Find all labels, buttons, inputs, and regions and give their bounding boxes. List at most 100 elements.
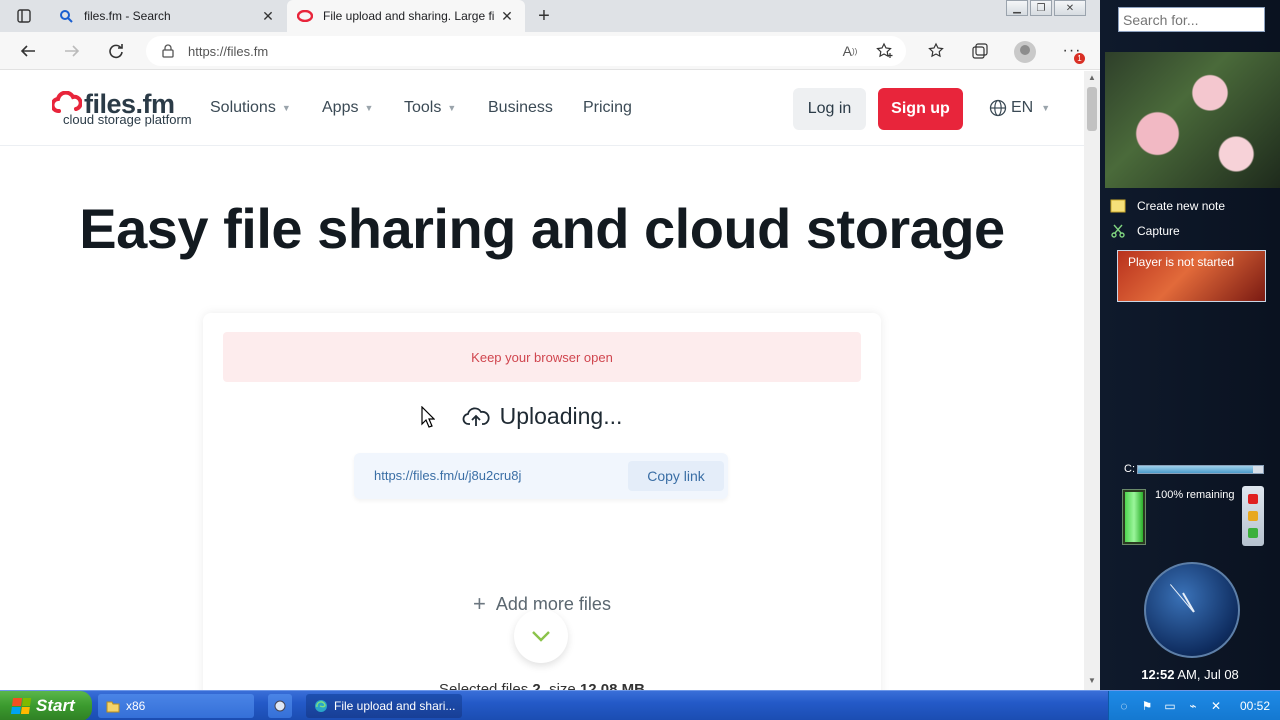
edge-icon (314, 699, 328, 713)
globe-icon (989, 99, 1007, 117)
plus-icon: + (473, 591, 486, 616)
profile-avatar[interactable] (1014, 41, 1036, 63)
upload-card: Keep your browser open Uploading... http… (203, 313, 881, 690)
volume-muted-icon[interactable]: ✕ (1208, 698, 1224, 714)
favorites-icon[interactable] (922, 37, 950, 65)
player-status: Player is not started (1128, 255, 1235, 269)
nav-pricing[interactable]: Pricing (583, 99, 632, 117)
create-note-label: Create new note (1137, 199, 1226, 213)
scroll-up-icon[interactable]: ▲ (1088, 73, 1096, 82)
new-tab-icon[interactable]: + (532, 4, 556, 28)
traffic-light-icon (1242, 486, 1264, 546)
media-player-gadget[interactable]: Player is not started (1117, 250, 1266, 302)
power-icon[interactable]: ⌁ (1185, 698, 1201, 714)
chevron-down-icon: ▼ (447, 103, 457, 113)
note-icon (1110, 198, 1126, 214)
forward-icon[interactable] (58, 37, 86, 65)
browser-open-notice: Keep your browser open (223, 332, 861, 382)
address-bar[interactable]: https://files.fm (146, 36, 906, 66)
expand-button[interactable] (514, 609, 568, 663)
clock-date: AM, Jul 08 (1174, 667, 1239, 682)
flag-icon[interactable]: ⚑ (1139, 698, 1155, 714)
login-button[interactable]: Log in (793, 88, 866, 130)
page-headline: Easy file sharing and cloud storage (79, 197, 1005, 260)
browser-toolbar: https://files.fm A)) ··· (0, 32, 1100, 70)
nav-label: Solutions (210, 99, 276, 116)
analog-clock[interactable] (1144, 562, 1240, 658)
chevron-down-icon: ▼ (1041, 103, 1051, 113)
tab-filesfm[interactable]: File upload and sharing. Large fi ✕ (287, 0, 525, 32)
chevron-down-icon (532, 631, 550, 642)
monitor-icon[interactable]: ▭ (1162, 698, 1178, 714)
task-app[interactable] (268, 694, 292, 718)
nav-label: Tools (404, 99, 442, 116)
tab-title: File upload and sharing. Large fi (323, 9, 495, 23)
address-url: https://files.fm (188, 43, 269, 59)
nav-business[interactable]: Business (488, 99, 553, 117)
nav-tools[interactable]: Tools ▼ (404, 99, 456, 117)
share-url[interactable]: https://files.fm/u/j8u2cru8j (374, 468, 521, 483)
task-x86[interactable]: x86 (98, 694, 254, 718)
filesfm-favicon-icon (297, 8, 313, 24)
add-favorite-icon[interactable] (871, 37, 899, 65)
selected-prefix: Selected files (439, 681, 529, 690)
minimize-icon[interactable]: ▁ (1006, 0, 1028, 16)
app-icon (273, 699, 287, 713)
tab-strip: files.fm - Search ✕ File upload and shar… (0, 0, 1100, 32)
battery-meter (1122, 489, 1146, 545)
language-selector[interactable]: EN ▼ (989, 99, 1050, 117)
refresh-icon[interactable] (102, 37, 130, 65)
nav-solutions[interactable]: Solutions ▼ (210, 99, 291, 117)
sidebar-search-input[interactable] (1118, 7, 1265, 32)
browser-window: files.fm - Search ✕ File upload and shar… (0, 0, 1100, 690)
restore-icon[interactable]: ❐ (1030, 0, 1052, 16)
drive-label: C: (1124, 463, 1135, 475)
lock-icon[interactable] (162, 44, 174, 58)
notification-badge: 1 (1074, 53, 1085, 64)
selected-files-summary: Selected files 2, size 12.08 MB (203, 681, 881, 690)
windows-logo-icon (10, 698, 32, 714)
capture-item[interactable]: Capture (1110, 223, 1180, 239)
start-button[interactable]: Start (0, 691, 92, 720)
task-browser[interactable]: File upload and shari... (306, 694, 462, 718)
language-code: EN (1011, 99, 1034, 116)
nav-apps[interactable]: Apps ▼ (322, 99, 373, 117)
chevron-down-icon: ▼ (281, 103, 291, 113)
collections-icon[interactable] (966, 37, 994, 65)
close-window-icon[interactable]: ✕ (1054, 0, 1086, 16)
selected-size: 12.08 MB (579, 681, 645, 690)
window-controls: ▁ ❐ ✕ (1004, 0, 1086, 18)
chevron-down-icon: ▼ (364, 103, 374, 113)
clock-text: 12:52 AM, Jul 08 (1100, 667, 1280, 682)
task-label: File upload and shari... (334, 699, 456, 713)
signup-button[interactable]: Sign up (878, 88, 963, 130)
nav-label: Business (488, 99, 553, 116)
battery-fill (1125, 492, 1143, 542)
back-icon[interactable] (14, 37, 42, 65)
network-globe-icon[interactable]: ◌ (1116, 698, 1132, 714)
task-label: x86 (126, 699, 146, 713)
filesfm-logo[interactable]: files.fm cloud storage platform (52, 89, 192, 129)
close-tab-icon[interactable]: ✕ (260, 8, 276, 24)
tab-search[interactable]: files.fm - Search ✕ (48, 0, 286, 32)
page-scrollbar[interactable]: ▲ ▼ (1084, 71, 1100, 690)
folder-icon (106, 699, 120, 713)
cloud-upload-icon (462, 406, 490, 428)
windows-sidebar: Create new note Capture Player is not st… (1100, 0, 1280, 690)
read-aloud-icon[interactable]: A)) (836, 37, 864, 65)
slideshow-photo[interactable] (1105, 52, 1280, 188)
close-tab-icon[interactable]: ✕ (499, 8, 515, 24)
scroll-thumb[interactable] (1087, 87, 1097, 131)
nav-label: Pricing (583, 99, 632, 116)
scroll-down-icon[interactable]: ▼ (1088, 676, 1096, 685)
copy-link-button[interactable]: Copy link (628, 461, 724, 491)
tray-time: 00:52 (1239, 699, 1270, 713)
drive-usage-bar (1137, 465, 1264, 474)
upload-status: Uploading... (203, 403, 881, 430)
tab-title: files.fm - Search (84, 9, 171, 23)
site-header: files.fm cloud storage platform Solution… (0, 71, 1084, 146)
selected-count: 2 (532, 681, 541, 690)
create-note-item[interactable]: Create new note (1110, 198, 1225, 214)
tab-actions-icon[interactable] (8, 4, 40, 28)
nav-label: Apps (322, 99, 359, 116)
